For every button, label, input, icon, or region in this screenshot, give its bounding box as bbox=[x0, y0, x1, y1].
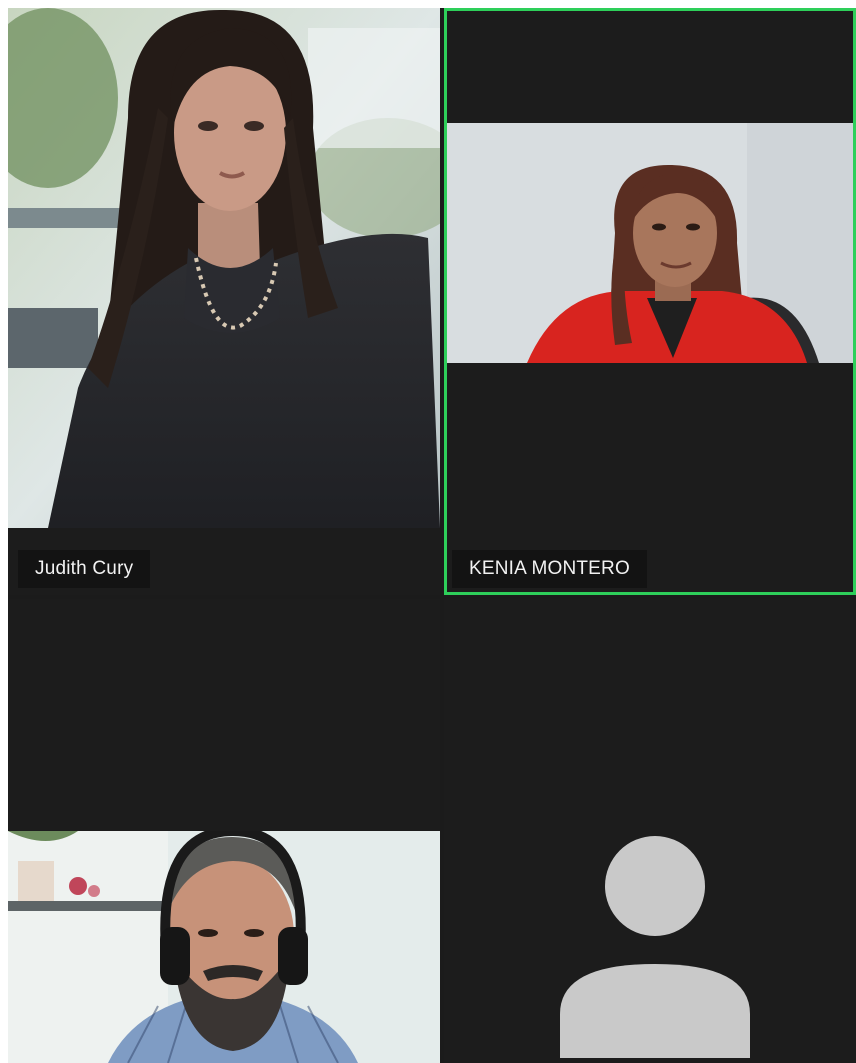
participant-tile-judith-cury[interactable]: Judith Cury bbox=[8, 8, 440, 595]
participant-tile-4[interactable] bbox=[444, 599, 856, 1063]
participant-tile-kenia-montero[interactable]: KENIA MONTERO bbox=[444, 8, 856, 595]
participant-name-label: KENIA MONTERO bbox=[452, 550, 647, 588]
person-silhouette-icon bbox=[560, 836, 750, 1058]
video-gallery-grid: Judith Cury KENIA MONTERO bbox=[8, 8, 856, 1063]
participant-video-feed bbox=[8, 831, 440, 1063]
participant-video-feed bbox=[447, 123, 853, 363]
participant-tile-3[interactable] bbox=[8, 599, 440, 1063]
participant-name-label: Judith Cury bbox=[18, 550, 151, 588]
participant-video-feed bbox=[8, 8, 440, 528]
